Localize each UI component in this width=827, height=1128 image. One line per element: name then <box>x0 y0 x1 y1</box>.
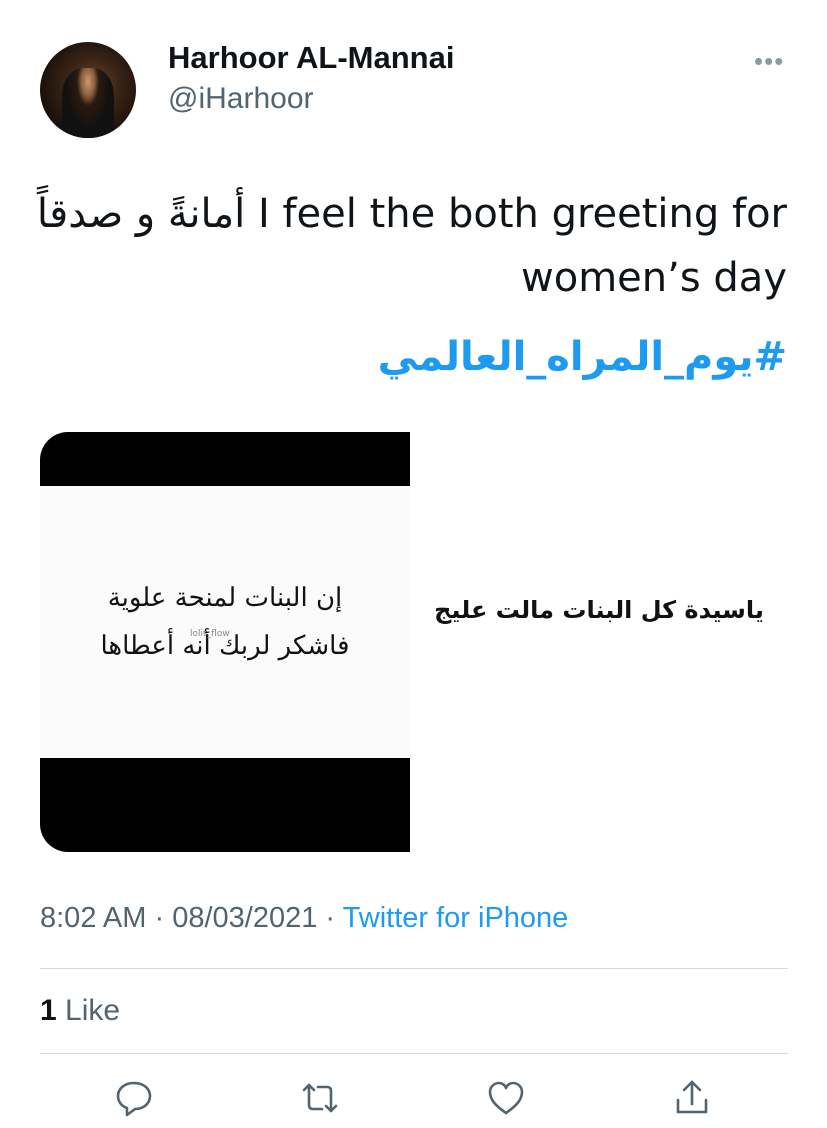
reply-icon[interactable] <box>114 1078 154 1118</box>
tweet-media[interactable]: إن البنات لمنحة علوية فاشكر لربك أنه أعط… <box>40 432 788 852</box>
like-icon[interactable] <box>486 1078 526 1118</box>
share-icon[interactable] <box>672 1078 712 1118</box>
like-count: 1 <box>40 994 57 1027</box>
tweet-source-link[interactable]: Twitter for iPhone <box>343 902 569 934</box>
hashtag-link[interactable]: #يوم_المراه_العالمي <box>378 334 787 380</box>
meta-separator: · <box>154 902 165 934</box>
media-caption-text: ياسيدة كل البنات مالت عليج <box>434 596 764 624</box>
meta-separator: · <box>325 902 336 934</box>
media-watermark: lolit_flow <box>190 629 230 639</box>
media-black-bar-bottom <box>40 758 410 852</box>
retweet-icon[interactable] <box>300 1078 340 1118</box>
more-options-icon[interactable]: ••• <box>754 46 784 77</box>
media-black-bar-top <box>40 432 410 486</box>
author-name[interactable]: Harhoor AL-Mannai <box>168 40 454 76</box>
author-avatar[interactable] <box>40 42 136 138</box>
tweet-time[interactable]: 8:02 AM <box>40 902 146 934</box>
tweet-text-line-2: women’s day <box>521 255 787 301</box>
tweet-date[interactable]: 08/03/2021 <box>172 902 317 934</box>
like-label: Like <box>65 994 121 1027</box>
media-poem: إن البنات لمنحة علوية فاشكر لربك أنه أعط… <box>40 574 410 670</box>
likes-summary[interactable]: 1 Like <box>40 994 120 1028</box>
avatar-figure <box>62 68 114 138</box>
divider <box>40 968 788 969</box>
tweet-meta: 8:02 AM · 08/03/2021 · Twitter for iPhon… <box>40 902 568 935</box>
tweet-text: أمانةً و صدقاً I feel the both greeting … <box>27 182 787 310</box>
divider <box>40 1053 788 1054</box>
tweet-text-line-1: أمانةً و صدقاً I feel the both greeting … <box>36 191 787 237</box>
author-handle[interactable]: @iHarhoor <box>168 82 314 116</box>
